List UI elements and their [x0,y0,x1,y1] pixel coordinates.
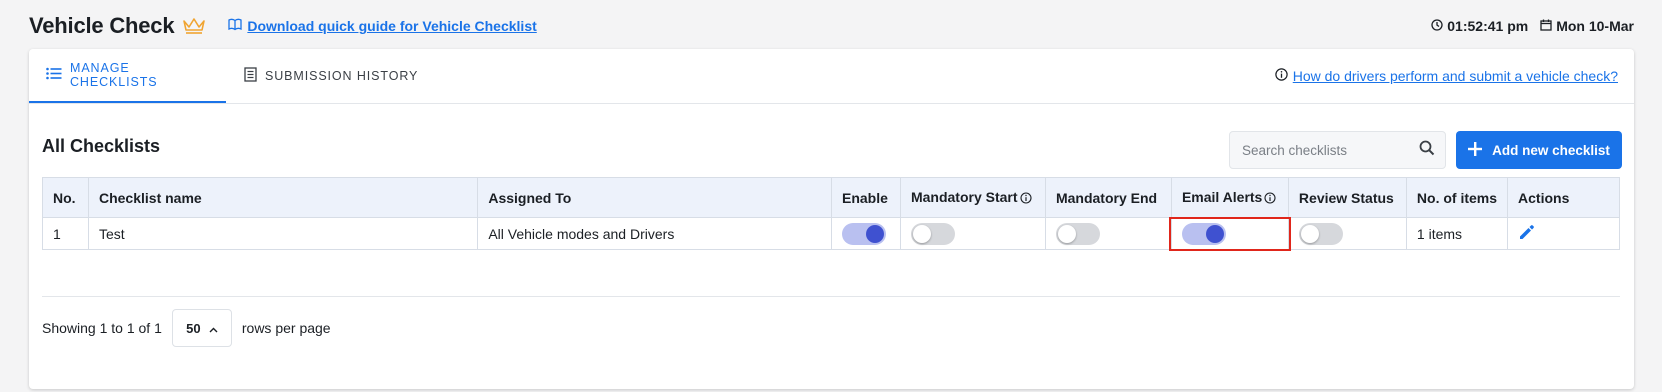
calendar-icon [1540,18,1552,34]
search-input[interactable] [1242,142,1419,158]
cell-mandatory-start [899,217,1046,250]
help-link[interactable]: How do drivers perform and submit a vehi… [1275,49,1618,103]
crown-icon [182,17,206,35]
toggle-knob [1057,224,1076,243]
info-icon[interactable] [1019,191,1032,207]
column-header-mandatory-start-label: Mandatory Start [910,188,1018,205]
cell-mandatory-end [1044,217,1172,250]
cell-checklist-name: Test [87,217,479,250]
checklists-table: No. Checklist name Assigned To Enable Ma… [42,177,1620,251]
date-display: Mon 10-Mar [1540,18,1634,34]
column-header-review-status: Review Status [1287,177,1407,218]
search-icon[interactable] [1419,140,1435,161]
rows-per-page-value: 50 [186,320,201,336]
current-date: Mon 10-Mar [1556,18,1634,34]
help-link-label: How do drivers perform and submit a vehi… [1292,68,1618,84]
tab-bar: MANAGE CHECKLISTS SUBMISSION HISTORY How… [29,49,1634,104]
clock-area: 01:52:41 pm Mon 10-Mar [1431,18,1634,34]
tab-submission-history-label: SUBMISSION HISTORY [265,69,419,83]
tab-manage-checklists-label: MANAGE CHECKLISTS [70,61,158,89]
toggle-knob [1300,224,1319,243]
toggle-knob [1205,224,1224,243]
cell-no: 1 [42,217,89,250]
mandatory-end-toggle[interactable] [1055,222,1100,245]
edit-icon[interactable] [1518,225,1536,244]
tab-submission-history[interactable]: SUBMISSION HISTORY [226,49,435,103]
document-icon [244,67,257,85]
column-header-enable: Enable [830,177,901,218]
tab-manage-checklists[interactable]: MANAGE CHECKLISTS [29,49,226,103]
time-display: 01:52:41 pm [1431,18,1528,34]
column-header-checklist-name: Checklist name [87,177,479,218]
page-header: Vehicle Check Download quick guide for V… [29,10,1634,42]
add-checklist-button[interactable]: Add new checklist [1456,131,1622,169]
cell-review-status [1287,217,1407,250]
pagination-summary: Showing 1 to 1 of 1 [42,320,162,336]
book-icon [228,18,243,34]
column-header-no: No. [42,177,89,218]
enable-toggle[interactable] [841,222,886,245]
divider [42,296,1620,297]
pagination: Showing 1 to 1 of 1 50 rows per page [42,309,331,347]
column-header-actions: Actions [1507,177,1620,218]
rows-per-page-select[interactable]: 50 [171,309,232,347]
cell-enable [830,217,901,250]
column-header-email-alerts-label: Email Alerts [1181,188,1263,205]
current-time: 01:52:41 pm [1447,18,1529,34]
review-status-toggle[interactable] [1298,222,1343,245]
info-icon [1275,68,1288,84]
plus-icon [1468,141,1483,159]
mandatory-start-toggle[interactable] [910,222,955,245]
add-checklist-label: Add new checklist [1492,142,1610,158]
column-header-assigned-to: Assigned To [477,177,832,218]
cell-no-of-items: 1 items [1405,217,1509,250]
checklists-card: MANAGE CHECKLISTS SUBMISSION HISTORY How… [29,49,1634,389]
column-header-email-alerts: Email Alerts [1170,177,1289,218]
page-title: Vehicle Check [29,13,175,38]
info-icon[interactable] [1264,191,1276,207]
chevron-up-icon [209,321,218,336]
list-icon [46,67,62,83]
download-guide-link[interactable]: Download quick guide for Vehicle Checkli… [228,18,537,34]
cell-email-alerts [1168,217,1291,251]
rows-per-page-label: rows per page [241,320,331,336]
email-alerts-toggle[interactable] [1181,222,1226,245]
section-title: All Checklists [42,136,161,156]
search-box[interactable] [1229,131,1446,169]
table-header-row: No. Checklist name Assigned To Enable Ma… [42,177,1620,218]
column-header-mandatory-start: Mandatory Start [899,177,1046,218]
cell-actions [1507,217,1620,250]
table-row: 1 Test All Vehicle modes and Drivers 1 i… [42,217,1620,251]
column-header-no-of-items: No. of items [1405,177,1509,218]
toggle-knob [912,224,931,243]
clock-icon [1431,18,1443,34]
cell-assigned-to: All Vehicle modes and Drivers [477,217,832,250]
download-guide-label: Download quick guide for Vehicle Checkli… [247,18,537,34]
column-header-mandatory-end: Mandatory End [1044,177,1172,218]
toggle-knob [865,224,884,243]
